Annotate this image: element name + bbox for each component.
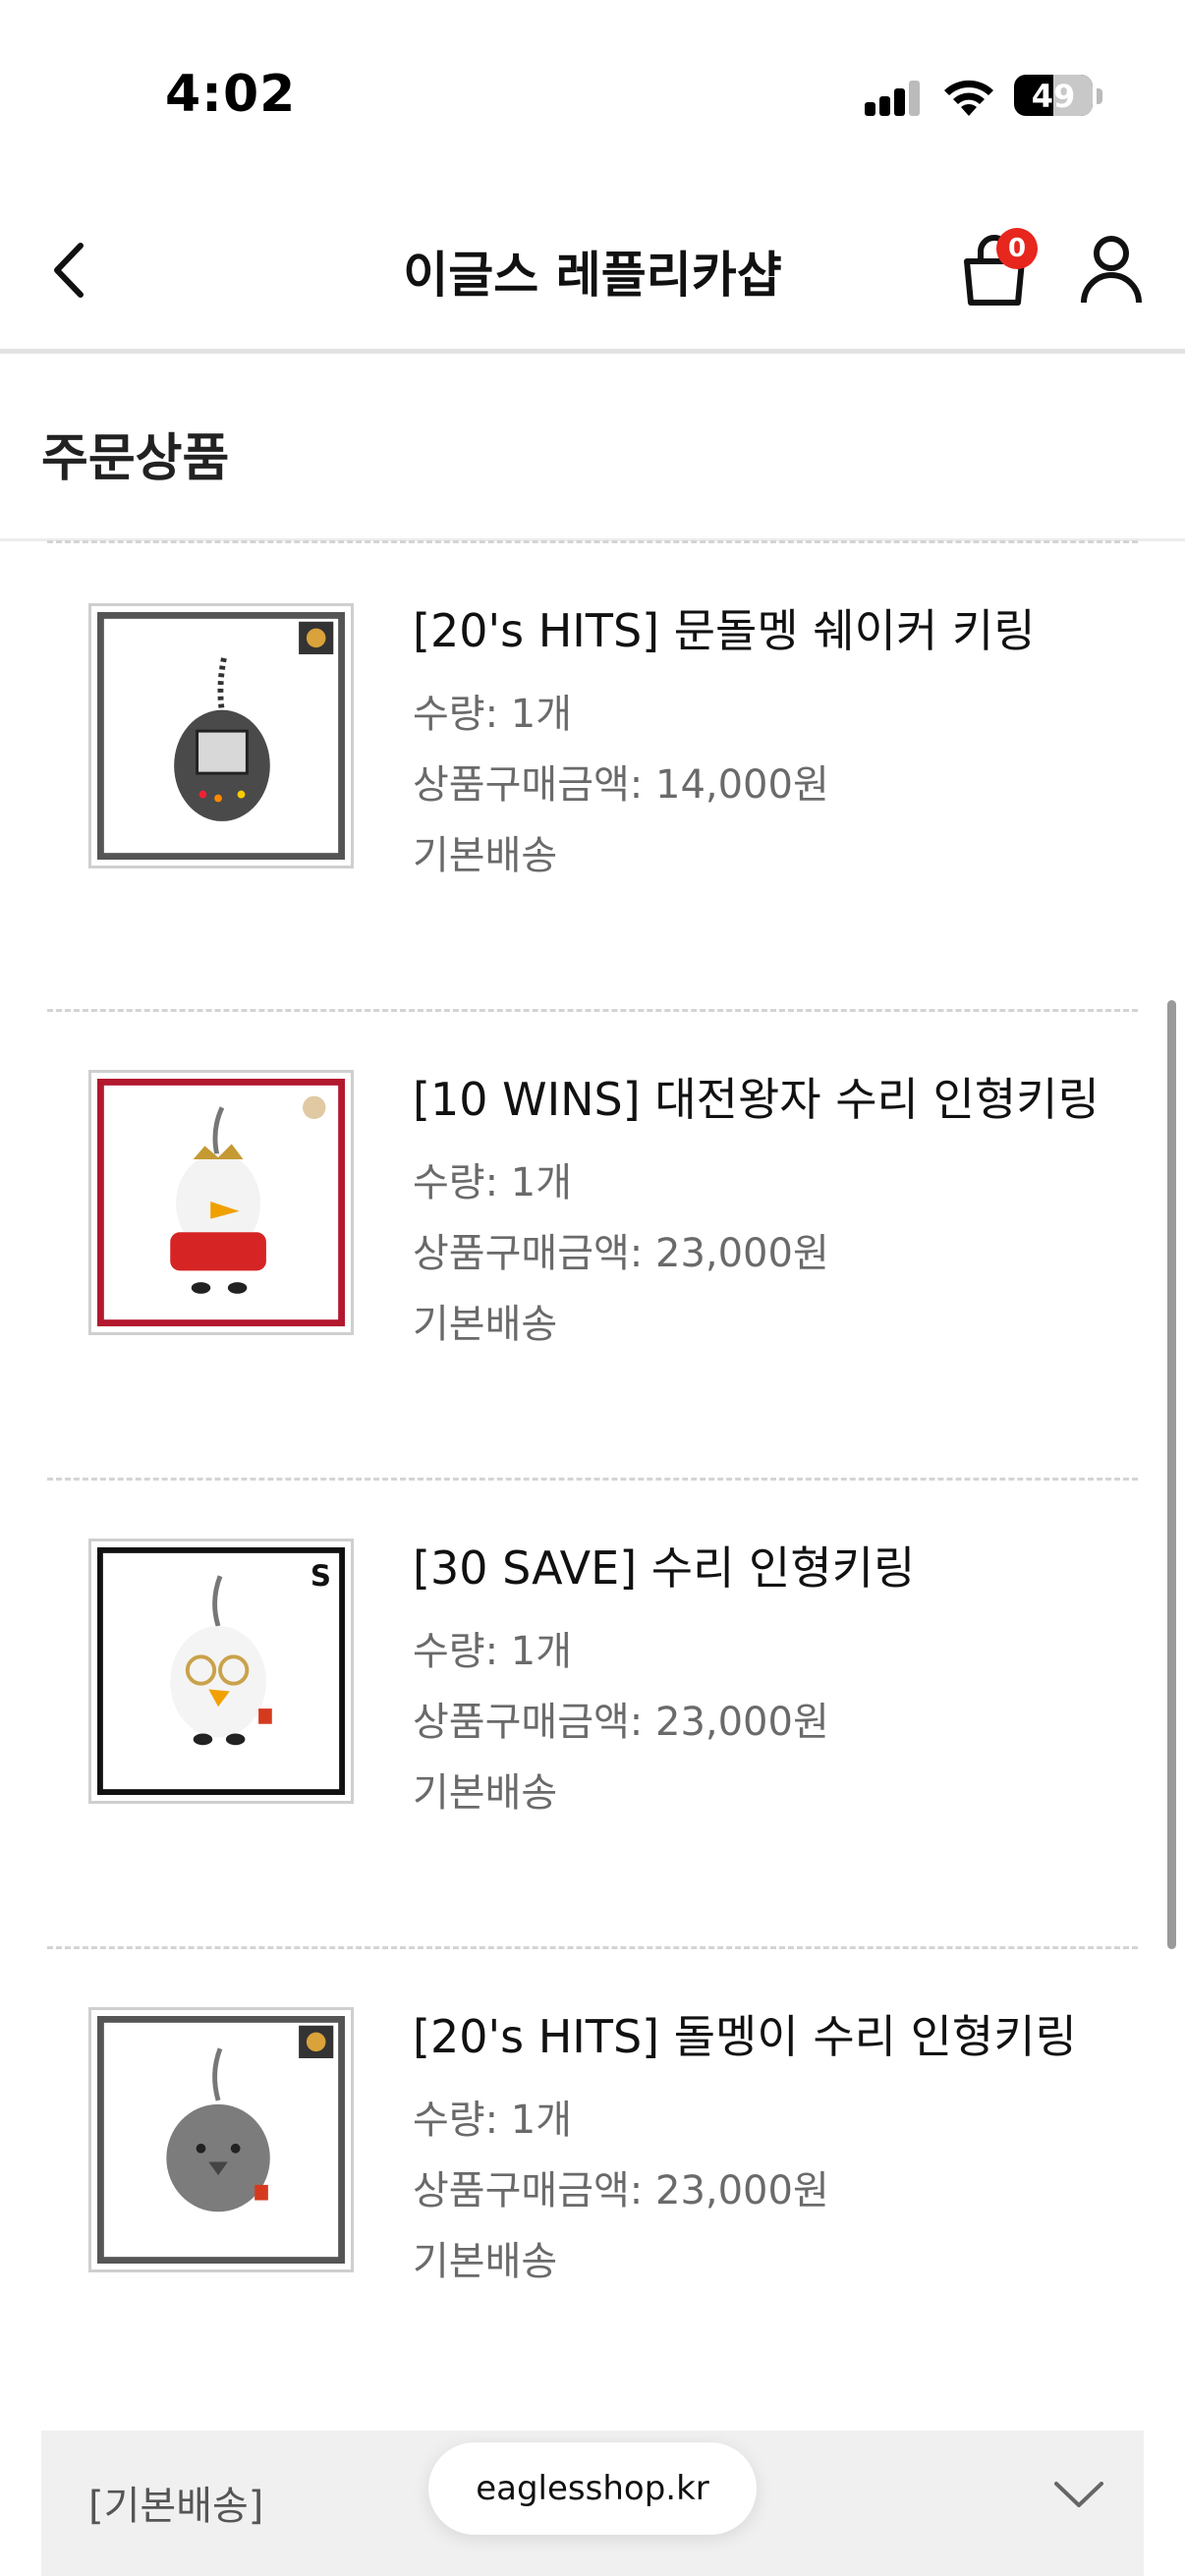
product-name[interactable]: [20's HITS] 돌멩이 수리 인형키링 — [413, 2001, 1077, 2066]
cart-count-badge: 0 — [996, 228, 1038, 269]
status-time: 4:02 — [165, 65, 297, 124]
shipping-accordion-label: [기본배송] — [88, 2484, 264, 2529]
scrollbar[interactable] — [1167, 1000, 1176, 1949]
product-quantity: 수량: 1개 — [413, 1160, 573, 1205]
status-bar: 4:02 49 — [0, 0, 1185, 187]
shipping-type: 기본배송 — [413, 1302, 558, 1347]
product-price: 상품구매금액: 14,000원 — [413, 762, 829, 808]
shipping-type: 기본배송 — [413, 833, 558, 878]
battery-level: 49 — [1031, 78, 1076, 115]
list-item[interactable]: S [30 SAVE] 수리 인형키링 수량: 1개 상품구매금액: 23,00… — [0, 1478, 1185, 1945]
browser-url-pill[interactable]: eaglesshop.kr — [428, 2442, 757, 2535]
user-icon[interactable] — [1079, 234, 1144, 305]
battery-icon: 49 — [1014, 75, 1093, 116]
divider — [47, 540, 1138, 543]
product-image[interactable] — [88, 2007, 354, 2272]
product-price: 상품구매금액: 23,000원 — [413, 1700, 829, 1745]
app-header: 이글스 레플리카샵 0 — [0, 187, 1185, 354]
product-quantity: 수량: 1개 — [413, 2098, 573, 2143]
shipping-type: 기본배송 — [413, 1770, 558, 1816]
product-image[interactable] — [88, 1070, 354, 1335]
product-name[interactable]: [10 WINS] 대전왕자 수리 인형키링 — [413, 1064, 1100, 1129]
product-name[interactable]: [30 SAVE] 수리 인형키링 — [413, 1533, 915, 1597]
shaker-keyring-image — [97, 612, 345, 860]
product-image[interactable] — [88, 603, 354, 868]
list-item[interactable]: [20's HITS] 돌멩이 수리 인형키링 수량: 1개 상품구매금액: 2… — [0, 1946, 1185, 2414]
shipping-type: 기본배송 — [413, 2239, 558, 2284]
plush-keyring-image — [97, 2016, 345, 2264]
product-price: 상품구매금액: 23,000원 — [413, 2168, 829, 2213]
product-price: 상품구매금액: 23,000원 — [413, 1231, 829, 1276]
svg-text:S: S — [310, 1559, 331, 1593]
divider — [47, 1009, 1138, 1012]
product-image[interactable]: S — [88, 1539, 354, 1804]
cellular-signal-icon — [865, 81, 922, 116]
divider — [47, 1478, 1138, 1481]
product-quantity: 수량: 1개 — [413, 692, 573, 737]
plush-keyring-image: S — [97, 1547, 345, 1795]
divider — [47, 1946, 1138, 1949]
wifi-icon — [944, 80, 993, 116]
plush-keyring-image — [97, 1079, 345, 1326]
product-name[interactable]: [20's HITS] 문돌멩 쉐이커 키링 — [413, 595, 1036, 660]
list-item[interactable]: [20's HITS] 문돌멩 쉐이커 키링 수량: 1개 상품구매금액: 14… — [0, 540, 1185, 1008]
chevron-down-icon[interactable] — [1053, 2480, 1104, 2509]
product-quantity: 수량: 1개 — [413, 1629, 573, 1674]
section-title: 주문상품 — [41, 429, 230, 488]
list-item[interactable]: [10 WINS] 대전왕자 수리 인형키링 수량: 1개 상품구매금액: 23… — [0, 1009, 1185, 1477]
